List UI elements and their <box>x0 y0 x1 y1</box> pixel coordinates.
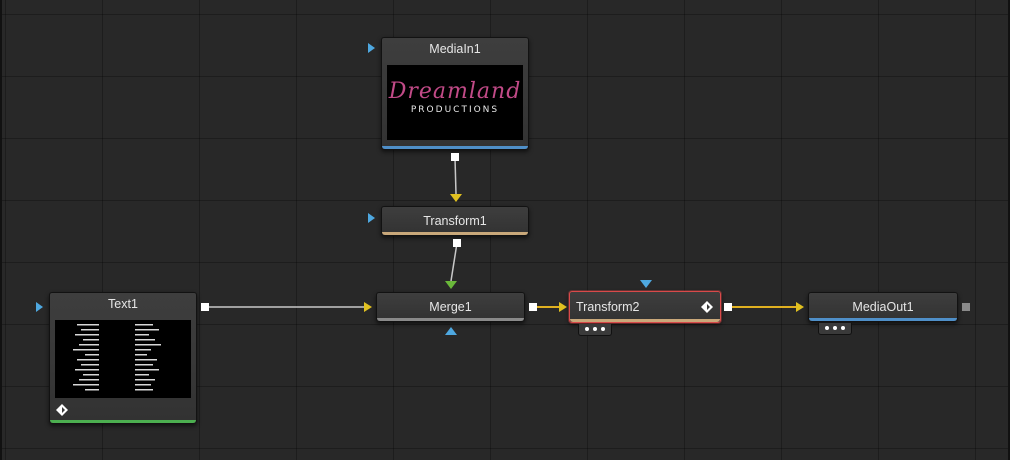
thumbnail-logo-subtitle: PRODUCTIONS <box>410 105 500 115</box>
node-transform2[interactable]: Transform2 <box>569 291 721 323</box>
transform2-status-bar <box>570 319 720 322</box>
mediain1-thumbnail: Dreamland PRODUCTIONS <box>387 65 523 140</box>
dot <box>833 326 837 330</box>
node-title: Transform1 <box>423 214 487 228</box>
mediaout1-dots-icon[interactable] <box>818 323 852 335</box>
text1-status-bar <box>50 420 196 423</box>
mediain1-status-bar <box>382 146 528 149</box>
mediain1-output-port-icon[interactable] <box>451 153 459 161</box>
node-title: MediaOut1 <box>852 300 914 314</box>
mediaout1-output-port-icon[interactable] <box>962 303 970 311</box>
node-mediain1[interactable]: MediaIn1 Dreamland PRODUCTIONS <box>381 37 529 150</box>
merge1-foreground-input-icon[interactable] <box>445 281 457 289</box>
node-transform1[interactable]: Transform1 <box>381 206 529 236</box>
node-title: Text1 <box>108 297 138 311</box>
diamond-icon[interactable] <box>56 404 68 416</box>
node-text1[interactable]: Text1 <box>49 292 197 424</box>
credits-text-preview <box>73 324 161 391</box>
mediain1-input-arrow-icon[interactable] <box>368 43 375 53</box>
mediaout1-status-bar <box>809 318 957 321</box>
transform2-dots-icon[interactable] <box>578 324 612 336</box>
thumbnail-logo-script: Dreamland <box>388 79 522 104</box>
dot <box>601 327 605 331</box>
transform1-input-arrow-icon[interactable] <box>368 213 375 223</box>
text1-input-arrow-icon[interactable] <box>36 302 43 312</box>
merge1-output-port-icon[interactable] <box>529 303 537 311</box>
node-mediaout1[interactable]: MediaOut1 <box>808 292 958 322</box>
diamond-icon[interactable] <box>701 301 713 313</box>
dot <box>841 326 845 330</box>
transform1-status-bar <box>382 232 528 235</box>
dot <box>593 327 597 331</box>
dot <box>825 326 829 330</box>
transform2-mask-input-icon[interactable] <box>640 280 652 288</box>
transform1-foreground-input-icon[interactable] <box>450 194 462 202</box>
node-title: MediaIn1 <box>429 42 481 56</box>
node-title: Transform2 <box>576 300 640 314</box>
text1-output-port-icon[interactable] <box>201 303 209 311</box>
transform2-output-port-icon[interactable] <box>724 303 732 311</box>
node-title: Merge1 <box>429 300 472 314</box>
dot <box>585 327 589 331</box>
merge1-mask-input-icon[interactable] <box>445 327 457 335</box>
transform1-output-port-icon[interactable] <box>453 239 461 247</box>
merge1-status-bar <box>377 318 524 321</box>
text1-thumbnail <box>55 320 191 398</box>
node-merge1[interactable]: Merge1 <box>376 292 525 322</box>
